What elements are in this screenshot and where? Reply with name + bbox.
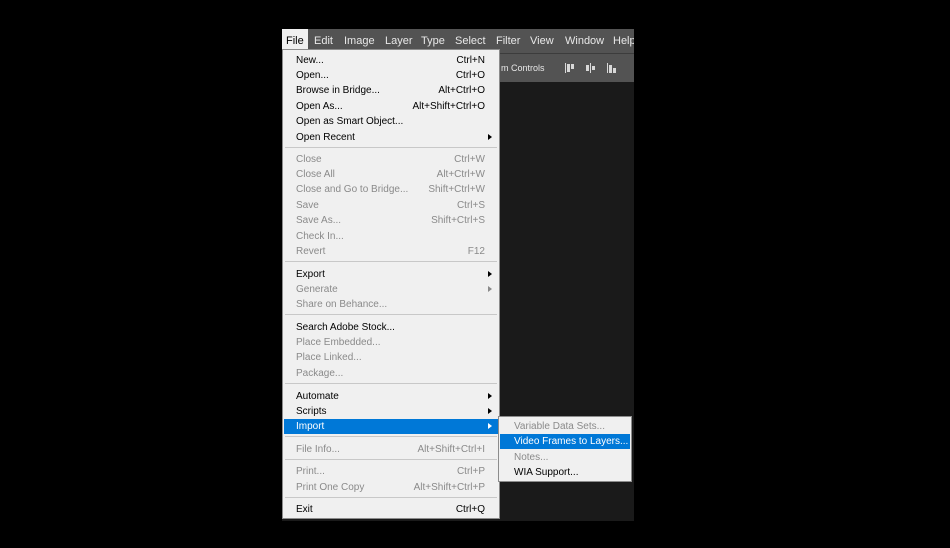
menu-view[interactable]: View	[530, 29, 554, 53]
menu-item-label: Scripts	[296, 406, 327, 417]
menu-item-shortcut: F12	[467, 246, 485, 257]
submenu-item-label: WIA Support...	[514, 467, 579, 478]
menu-item-print: Print... Ctrl+P	[284, 464, 498, 479]
submenu-item-label: Variable Data Sets...	[514, 421, 605, 432]
menu-item-label: Automate	[296, 391, 339, 402]
menu-item-search-adobe-stock[interactable]: Search Adobe Stock...	[284, 320, 498, 335]
menu-item-package: Package...	[284, 366, 498, 381]
menu-item-browse-in-bridge[interactable]: Browse in Bridge... Alt+Ctrl+O	[284, 83, 498, 98]
menu-item-label: Open...	[296, 70, 329, 81]
submenu-arrow-icon	[488, 423, 492, 429]
menu-item-share-on-behance: Share on Behance...	[284, 297, 498, 312]
file-menu-dropdown: New... Ctrl+N Open... Ctrl+O Browse in Bri…	[282, 49, 500, 519]
align-bottom-edges-icon[interactable]	[606, 62, 618, 74]
menu-separator	[285, 436, 497, 437]
menu-item-label: Share on Behance...	[296, 299, 388, 310]
menu-item-save-as: Save As... Shift+Ctrl+S	[284, 213, 498, 228]
menu-separator	[285, 261, 497, 262]
menu-item-place-linked: Place Linked...	[284, 350, 498, 365]
align-vertical-centers-icon[interactable]	[585, 62, 597, 74]
menu-item-label: Open as Smart Object...	[296, 116, 404, 127]
menu-item-shortcut: Ctrl+O	[455, 70, 485, 81]
menu-separator	[285, 497, 497, 498]
submenu-item-label: Video Frames to Layers...	[514, 436, 629, 447]
menu-item-label: Print...	[296, 466, 325, 477]
show-transform-controls-label[interactable]: m Controls	[501, 54, 545, 82]
menu-item-label: Generate	[296, 284, 338, 295]
menu-item-revert: Revert F12	[284, 244, 498, 259]
menu-item-shortcut: Alt+Shift+Ctrl+I	[417, 444, 485, 455]
submenu-arrow-icon	[488, 408, 492, 414]
menu-item-close-all: Close All Alt+Ctrl+W	[284, 167, 498, 182]
menu-item-shortcut: Alt+Shift+Ctrl+P	[413, 482, 485, 493]
menu-separator	[285, 314, 497, 315]
menu-item-label: Package...	[296, 368, 344, 379]
menu-item-label: Close and Go to Bridge...	[296, 184, 409, 195]
menu-item-save: Save Ctrl+S	[284, 198, 498, 213]
submenu-arrow-icon	[488, 393, 492, 399]
menu-item-shortcut: Ctrl+Q	[455, 504, 485, 515]
menu-item-exit[interactable]: Exit Ctrl+Q	[284, 502, 498, 517]
menu-item-label: Save	[296, 200, 319, 211]
submenu-arrow-icon	[488, 134, 492, 140]
menu-window[interactable]: Window	[565, 29, 604, 53]
menu-separator	[285, 383, 497, 384]
submenu-item-video-frames-to-layers[interactable]: Video Frames to Layers...	[500, 434, 630, 449]
menu-item-close: Close Ctrl+W	[284, 152, 498, 167]
menu-item-label: Place Embedded...	[296, 337, 381, 348]
menu-item-shortcut: Ctrl+P	[456, 466, 485, 477]
menu-item-new[interactable]: New... Ctrl+N	[284, 53, 498, 68]
menu-item-print-one-copy: Print One Copy Alt+Shift+Ctrl+P	[284, 480, 498, 495]
menu-item-import[interactable]: Import	[284, 419, 498, 434]
menu-item-close-and-go-to-bridge: Close and Go to Bridge... Shift+Ctrl+W	[284, 182, 498, 197]
menu-item-scripts[interactable]: Scripts	[284, 404, 498, 419]
menu-item-label: Print One Copy	[296, 482, 365, 493]
menu-item-label: Save As...	[296, 215, 342, 226]
menu-item-generate: Generate	[284, 282, 498, 297]
menu-item-label: Revert	[296, 246, 326, 257]
submenu-item-wia-support[interactable]: WIA Support...	[500, 465, 630, 480]
submenu-item-label: Notes...	[514, 452, 549, 463]
menu-item-label: New...	[296, 55, 324, 66]
menu-item-label: File Info...	[296, 444, 340, 455]
menu-item-shortcut: Shift+Ctrl+W	[428, 184, 485, 195]
menu-item-shortcut: Alt+Ctrl+W	[436, 169, 485, 180]
menu-item-open-as[interactable]: Open As... Alt+Shift+Ctrl+O	[284, 99, 498, 114]
menu-item-label: Close All	[296, 169, 335, 180]
menu-separator	[285, 459, 497, 460]
submenu-item-variable-data-sets: Variable Data Sets...	[500, 419, 630, 434]
menu-item-label: Place Linked...	[296, 352, 362, 363]
menu-item-shortcut: Ctrl+S	[456, 200, 485, 211]
submenu-arrow-icon	[488, 271, 492, 277]
menu-item-place-embedded: Place Embedded...	[284, 335, 498, 350]
menu-item-check-in: Check In...	[284, 229, 498, 244]
submenu-item-notes: Notes...	[500, 450, 630, 465]
menu-item-shortcut: Alt+Shift+Ctrl+O	[412, 101, 485, 112]
menu-item-label: Import	[296, 421, 325, 432]
menu-item-file-info: File Info... Alt+Shift+Ctrl+I	[284, 442, 498, 457]
menu-item-automate[interactable]: Automate	[284, 389, 498, 404]
menu-item-label: Exit	[296, 504, 313, 515]
menu-item-shortcut: Ctrl+N	[456, 55, 485, 66]
menu-item-label: Open As...	[296, 101, 343, 112]
menu-item-label: Search Adobe Stock...	[296, 322, 395, 333]
menu-item-open[interactable]: Open... Ctrl+O	[284, 68, 498, 83]
menu-item-label: Browse in Bridge...	[296, 85, 380, 96]
menu-item-shortcut: Shift+Ctrl+S	[431, 215, 485, 226]
menu-item-label: Export	[296, 269, 325, 280]
menu-item-export[interactable]: Export	[284, 267, 498, 282]
menu-help[interactable]: Help	[613, 29, 634, 53]
menu-item-label: Open Recent	[296, 132, 355, 143]
menu-item-label: Close	[296, 154, 322, 165]
menu-item-label: Check In...	[296, 231, 344, 242]
submenu-arrow-icon	[488, 286, 492, 292]
import-submenu: Variable Data Sets... Video Frames to La…	[498, 416, 632, 482]
menu-separator	[285, 147, 497, 148]
menu-item-shortcut: Alt+Ctrl+O	[438, 85, 485, 96]
menu-item-shortcut: Ctrl+W	[454, 154, 485, 165]
menu-item-open-as-smart-object[interactable]: Open as Smart Object...	[284, 114, 498, 129]
align-top-edges-icon[interactable]	[564, 62, 576, 74]
menu-item-open-recent[interactable]: Open Recent	[284, 130, 498, 145]
